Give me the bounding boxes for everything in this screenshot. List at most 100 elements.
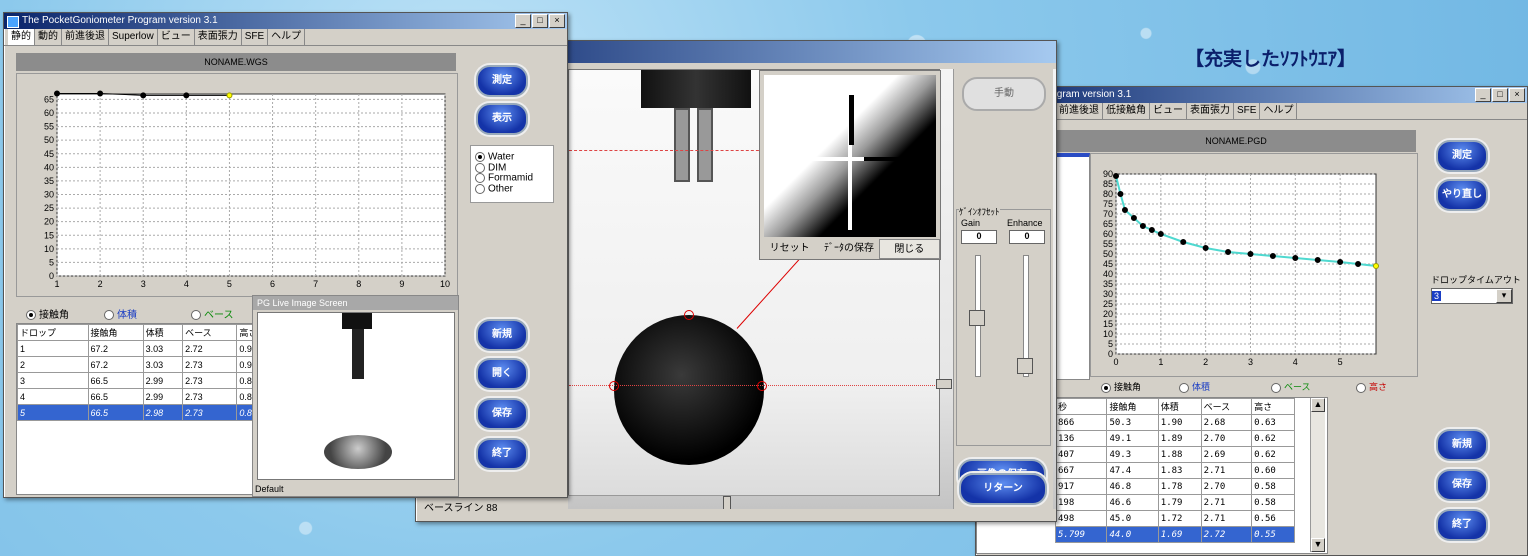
table-cell: 46.6 <box>1106 494 1159 511</box>
y-tick-label: 60 <box>1103 229 1113 239</box>
table-row[interactable]: 136 49.1 1.89 2.70 0.62 <box>1054 430 1295 447</box>
radio-height[interactable]: 高さ <box>1356 380 1387 393</box>
column-header[interactable]: ベース <box>182 324 238 341</box>
table-row[interactable]: 2 67.2 3.03 2.73 0.91 <box>17 356 257 373</box>
tab-0[interactable]: 前進後退 <box>1056 103 1103 119</box>
y-tick-label: 20 <box>44 217 54 227</box>
x-tick-label: 3 <box>1248 357 1253 367</box>
table-row[interactable]: 498 45.0 1.72 2.71 0.56 <box>1054 510 1295 527</box>
syringe-body <box>641 70 751 108</box>
manual-button[interactable]: 手動 <box>962 77 1046 111</box>
gain-slider-thumb[interactable] <box>969 310 985 326</box>
tab-2[interactable]: 前進後退 <box>62 29 109 45</box>
table-cell: 0.62 <box>1251 446 1295 463</box>
radio-contact-angle[interactable]: 接触角 <box>1101 380 1141 393</box>
table-cell: 1.69 <box>1157 526 1202 543</box>
column-header[interactable]: 体積 <box>1157 398 1202 415</box>
save-button[interactable]: 保存 <box>1436 469 1488 501</box>
column-header[interactable]: 秒 <box>1054 398 1108 415</box>
table-cell: 0.58 <box>1251 494 1295 511</box>
table-row[interactable]: 1 67.2 3.03 2.72 0.91 <box>17 340 257 357</box>
y-tick-label: 5 <box>49 257 54 267</box>
minimize-button[interactable]: _ <box>1475 88 1491 102</box>
table-row[interactable]: 5 66.5 2.98 2.73 0.89 <box>17 404 257 421</box>
table-row[interactable]: 917 46.8 1.78 2.70 0.58 <box>1054 478 1295 495</box>
reset-button[interactable]: リセット <box>760 239 819 259</box>
tab-4[interactable]: ビュー <box>158 29 195 45</box>
left-chart: 051015202530354045505560651 2 3 4 5 6 7 8 9 10 <box>44 90 450 289</box>
column-header[interactable]: 接触角 <box>87 324 144 341</box>
table-row[interactable]: 667 47.4 1.83 2.71 0.60 <box>1054 462 1295 479</box>
table-cell: 1.83 <box>1157 462 1202 479</box>
data-point <box>1180 239 1187 245</box>
radio-base[interactable]: ベース <box>1271 380 1311 393</box>
tab-4[interactable]: SFE <box>1234 103 1261 119</box>
tab-1[interactable]: 低接触角 <box>1103 103 1150 119</box>
display-button[interactable]: 表示 <box>476 103 528 135</box>
tab-6[interactable]: SFE <box>242 29 269 45</box>
liquid-option[interactable]: Other <box>475 183 549 195</box>
vertical-slider-thumb[interactable] <box>936 379 952 389</box>
new-button[interactable]: 新規 <box>476 319 528 351</box>
column-header[interactable]: 接触角 <box>1106 398 1159 415</box>
y-tick-label: 20 <box>1103 309 1113 319</box>
liquid-option[interactable]: Formamid <box>475 173 549 184</box>
enhance-slider-thumb[interactable] <box>1017 358 1033 374</box>
table-row[interactable]: 4 66.5 2.99 2.73 0.89 <box>17 388 257 405</box>
measure-button[interactable]: 測定 <box>1436 140 1488 172</box>
radio-base[interactable]: ベース <box>191 306 234 321</box>
tab-2[interactable]: ビュー <box>1150 103 1187 119</box>
open-button[interactable]: 開く <box>476 358 528 390</box>
close-button[interactable]: × <box>549 14 565 28</box>
table-row[interactable]: 3 66.5 2.99 2.73 0.89 <box>17 372 257 389</box>
tab-5[interactable]: 表面張力 <box>195 29 242 45</box>
y-tick-label: 45 <box>44 149 54 159</box>
column-header[interactable]: 体積 <box>142 324 184 341</box>
live-needle <box>352 329 364 379</box>
liquid-option[interactable]: DIM <box>475 162 549 174</box>
column-header[interactable]: 高さ <box>1251 398 1295 415</box>
radio-volume[interactable]: 体積 <box>104 306 137 321</box>
save-button[interactable]: 保存 <box>476 398 528 430</box>
return-button[interactable]: リターン <box>959 473 1047 505</box>
column-header[interactable]: ドロップ <box>17 324 89 341</box>
table-row[interactable]: 407 49.3 1.88 2.69 0.62 <box>1054 446 1295 463</box>
data-point <box>140 92 147 99</box>
right-table-scrollbar[interactable]: ▲ ▼ <box>1310 398 1325 552</box>
close-button[interactable]: × <box>1509 88 1525 102</box>
radio-dot <box>26 310 36 321</box>
save-data-button[interactable]: ﾃﾞｰﾀの保存 <box>819 239 878 259</box>
table-row[interactable]: 866 50.3 1.90 2.68 0.63 <box>1054 414 1295 431</box>
timeout-select[interactable]: 3 ▾ <box>1431 288 1513 304</box>
end-button[interactable]: 終了 <box>1436 509 1488 541</box>
maximize-button[interactable]: □ <box>1492 88 1508 102</box>
close-zoom-button[interactable]: 閉じる <box>878 239 940 259</box>
radio-contact-angle[interactable]: 接触角 <box>26 306 69 321</box>
new-button[interactable]: 新規 <box>1436 429 1488 461</box>
table-cell: 3 <box>17 372 89 389</box>
end-button[interactable]: 終了 <box>476 438 528 470</box>
minimize-button[interactable]: _ <box>515 14 531 28</box>
redo-button[interactable]: やり直し <box>1436 179 1488 211</box>
table-row[interactable]: 198 46.6 1.79 2.71 0.58 <box>1054 494 1295 511</box>
tab-0[interactable]: 静的 <box>8 29 35 45</box>
table-cell: 46.8 <box>1106 478 1159 495</box>
app-icon <box>7 16 19 28</box>
tab-7[interactable]: ヘルプ <box>268 29 306 45</box>
table-cell: 2.98 <box>142 404 184 421</box>
measure-button[interactable]: 測定 <box>476 65 528 97</box>
maximize-button[interactable]: □ <box>532 14 548 28</box>
table-cell: 198 <box>1054 494 1108 511</box>
column-header[interactable]: ベース <box>1200 398 1253 415</box>
tab-5[interactable]: ヘルプ <box>1260 103 1298 119</box>
scroll-down-button[interactable]: ▼ <box>1311 538 1325 552</box>
chevron-down-icon[interactable]: ▾ <box>1496 289 1512 303</box>
scroll-up-button[interactable]: ▲ <box>1311 398 1325 412</box>
radio-volume[interactable]: 体積 <box>1179 380 1210 393</box>
left-title-bar: The PocketGoniometer Program version 3.1… <box>4 13 567 29</box>
table-row[interactable]: 5.799 44.0 1.69 2.72 0.55 <box>1054 526 1295 543</box>
tab-3[interactable]: 表面張力 <box>1187 103 1234 119</box>
tab-1[interactable]: 動的 <box>35 29 62 45</box>
tab-3[interactable]: Superlow <box>109 29 158 45</box>
liquid-option[interactable]: Water <box>475 152 549 163</box>
